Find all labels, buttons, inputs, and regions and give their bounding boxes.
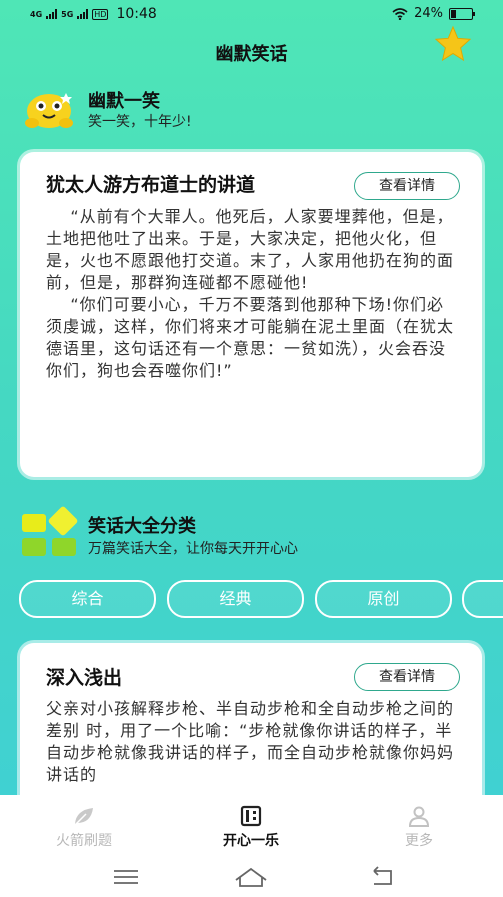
status-left: 4G 5G HD 10:48 <box>30 6 157 22</box>
joke-card-title: 深入浅出 <box>46 667 123 689</box>
joke-detail-button[interactable]: 查看详情 <box>354 663 460 691</box>
tab-label: 更多 <box>405 833 433 849</box>
humor-section-title: 幽默一笑 <box>88 91 160 112</box>
home-icon[interactable] <box>231 863 271 891</box>
bottom-tab-bar: 火箭刷题 开心一乐 更多 <box>0 795 503 857</box>
featured-joke-title: 犹太人游方布道士的讲道 <box>46 174 256 196</box>
star-icon[interactable] <box>434 25 472 63</box>
tab-happy[interactable]: 开心一乐 <box>167 795 335 857</box>
tab-label: 火箭刷题 <box>56 833 112 849</box>
featured-joke-body: “从前有个大罪人。他死后，人家要埋葬他，但是，土地把他吐了出来。于是，大家决定，… <box>46 207 455 380</box>
page-title: 幽默笑话 <box>215 44 288 65</box>
battery-icon <box>449 7 475 20</box>
category-grid-icon <box>22 505 82 556</box>
signal-icon <box>46 9 58 19</box>
status-time: 10:48 <box>116 6 157 22</box>
humor-section-subtitle: 笑一笑，十年少! <box>88 114 192 130</box>
joke-card-body: 父亲对小孩解释步枪、半自动步枪和全自动步枪之间的差别 时，用了一个比喻：“步枪就… <box>46 699 455 784</box>
system-nav-bar <box>0 857 503 897</box>
signal-icon <box>77 9 89 19</box>
tab-label: 开心一乐 <box>223 833 279 849</box>
featured-detail-button[interactable]: 查看详情 <box>354 172 460 200</box>
category-tab-comprehensive[interactable]: 综合 <box>19 580 156 618</box>
category-section-subtitle: 万篇笑话大全，让你每天开开心心 <box>88 541 298 557</box>
mascot-icon <box>25 93 73 128</box>
category-tabs: 综合 经典 原创 <box>19 580 503 618</box>
category-tab-original[interactable]: 原创 <box>315 580 452 618</box>
battery-percent: 24% <box>414 6 443 21</box>
category-tab-more[interactable] <box>462 580 503 618</box>
network-label-5g: 5G <box>61 9 74 19</box>
status-right: 24% <box>392 6 475 21</box>
battery-fill <box>451 9 456 18</box>
back-icon[interactable] <box>363 863 403 891</box>
category-section-title: 笑话大全分类 <box>88 516 196 537</box>
category-tab-classic[interactable]: 经典 <box>167 580 304 618</box>
menu-icon[interactable] <box>106 863 146 891</box>
category-section-header: 笑话大全分类 万篇笑话大全，让你每天开开心心 <box>22 505 482 558</box>
featured-joke-card[interactable]: 犹太人游方布道士的讲道 查看详情 “从前有个大罪人。他死后，人家要埋葬他，但是，… <box>20 152 482 477</box>
status-bar: 4G 5G HD 10:48 24% <box>0 0 503 30</box>
hd-badge: HD <box>92 8 109 20</box>
network-label-4g: 4G <box>30 9 43 19</box>
person-icon <box>408 806 430 827</box>
wifi-icon <box>392 7 408 20</box>
leaf-icon <box>74 808 93 826</box>
humor-section-header: 幽默一笑 笑一笑，十年少! <box>22 87 482 135</box>
film-icon <box>240 805 262 827</box>
tab-more[interactable]: 更多 <box>335 795 503 857</box>
tab-rocket-quiz[interactable]: 火箭刷题 <box>0 795 168 857</box>
